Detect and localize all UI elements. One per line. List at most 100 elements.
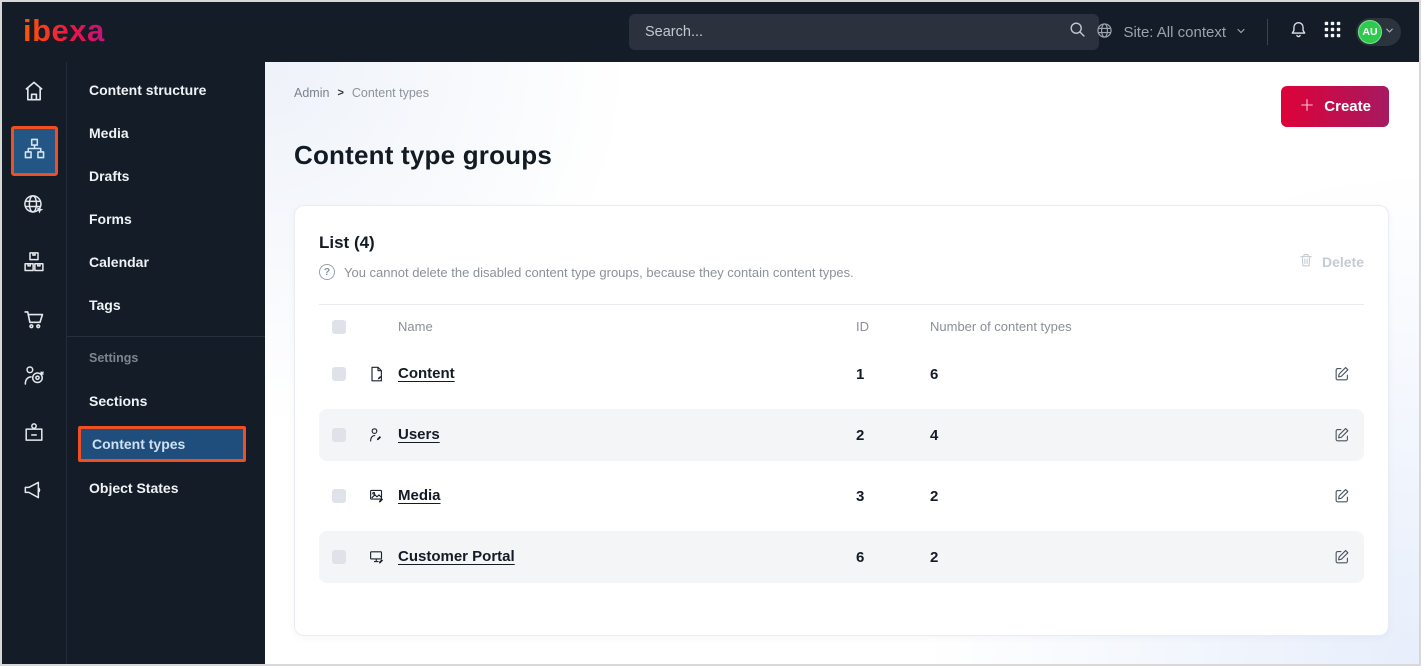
table-header: Name ID Number of content types — [319, 304, 1364, 348]
column-header-count: Number of content types — [930, 319, 1072, 334]
sidebar-item-media[interactable]: Media — [67, 111, 265, 154]
rail-item-site[interactable] — [2, 179, 66, 236]
sidebar-item-forms[interactable]: Forms — [67, 197, 265, 240]
group-id: 1 — [856, 365, 865, 383]
main-content: Admin > Content types Create Content typ… — [265, 62, 1419, 664]
trash-icon — [1298, 252, 1314, 272]
boxes-icon — [21, 249, 47, 280]
group-id: 2 — [856, 426, 865, 444]
list-title: List (4) — [319, 233, 375, 252]
group-link[interactable]: Customer Portal — [398, 548, 515, 565]
grid-icon — [1323, 20, 1342, 44]
megaphone-icon — [21, 477, 47, 508]
content-type-groups-table: Name ID Number of content types Content — [319, 304, 1364, 583]
table-row-media: Media 3 2 — [319, 470, 1364, 522]
chevron-down-icon — [1235, 24, 1247, 41]
sidebar-item-calendar[interactable]: Calendar — [67, 240, 265, 283]
rail-item-campaigns[interactable] — [2, 464, 66, 521]
sidebar-item-content-types[interactable]: Content types — [78, 426, 246, 462]
sidebar-divider — [67, 336, 265, 337]
rail-item-dashboard[interactable] — [2, 65, 66, 122]
page-title: Content type groups — [294, 140, 553, 170]
search-input[interactable] — [645, 24, 1068, 40]
globe-pointer-icon — [21, 192, 47, 223]
avatar: AU — [1358, 20, 1382, 44]
group-link[interactable]: Users — [398, 426, 440, 443]
sidebar-item-content-structure[interactable]: Content structure — [67, 68, 265, 111]
delete-button[interactable]: Delete — [1298, 252, 1364, 272]
content-type-groups-card: List (4) ? You cannot delete the disable… — [294, 205, 1389, 636]
breadcrumb-admin[interactable]: Admin — [294, 86, 329, 100]
create-button-label: Create — [1324, 98, 1371, 115]
table-row-customer-portal: Customer Portal 6 2 — [319, 531, 1364, 583]
sidebar: Content structure Media Drafts Forms Cal… — [66, 62, 265, 664]
table-row-content: Content 1 6 — [319, 348, 1364, 400]
group-id: 6 — [856, 548, 865, 566]
rail-item-admin[interactable] — [2, 407, 66, 464]
global-search[interactable] — [629, 14, 1099, 50]
user-icon — [368, 426, 398, 444]
group-link[interactable]: Media — [398, 487, 441, 504]
help-icon: ? — [319, 264, 335, 280]
app-window: ibexa Site: All context — [0, 0, 1421, 666]
column-header-id: ID — [856, 319, 869, 334]
top-bar: ibexa Site: All context — [2, 2, 1419, 62]
row-checkbox[interactable] — [332, 489, 346, 503]
group-count: 2 — [930, 487, 939, 505]
icon-rail — [2, 62, 66, 664]
column-header-name: Name — [398, 319, 433, 334]
home-icon — [21, 78, 47, 109]
globe-icon — [1095, 21, 1114, 44]
plus-icon — [1299, 97, 1315, 117]
apps-menu-button[interactable] — [1323, 20, 1342, 44]
card-header-left: List (4) ? You cannot delete the disable… — [319, 230, 854, 280]
table-row-users: Users 2 4 — [319, 409, 1364, 461]
site-context-label: Site: All context — [1123, 23, 1226, 41]
notifications-button[interactable] — [1288, 19, 1309, 45]
group-count: 2 — [930, 548, 939, 566]
group-count: 4 — [930, 426, 939, 444]
breadcrumb: Admin > Content types — [294, 86, 429, 100]
bell-icon — [1288, 19, 1309, 45]
sidebar-section-label: Settings — [89, 351, 139, 365]
delete-button-label: Delete — [1321, 254, 1364, 270]
user-menu[interactable]: AU — [1356, 18, 1401, 46]
breadcrumb-separator: > — [337, 87, 344, 99]
rail-item-content-structure[interactable] — [2, 122, 66, 179]
topbar-controls: Site: All context AU — [1095, 2, 1401, 62]
row-checkbox[interactable] — [332, 428, 346, 442]
select-all-checkbox[interactable] — [332, 319, 346, 334]
search-icon — [1068, 20, 1087, 44]
rail-item-products[interactable] — [2, 236, 66, 293]
group-link[interactable]: Content — [398, 365, 455, 382]
rail-item-personalization[interactable] — [2, 350, 66, 407]
help-text: You cannot delete the disabled content t… — [344, 264, 854, 280]
sitemap-icon — [22, 136, 47, 166]
site-context-dropdown[interactable]: Site: All context — [1095, 21, 1247, 44]
badge-icon — [21, 420, 47, 451]
edit-button[interactable] — [1333, 548, 1351, 566]
cart-icon — [21, 306, 47, 337]
monitor-icon — [368, 548, 398, 566]
topbar-divider — [1267, 19, 1268, 45]
edit-button[interactable] — [1333, 487, 1351, 505]
file-icon — [368, 365, 398, 383]
ibexa-logo: ibexa — [23, 13, 105, 48]
image-icon — [368, 487, 398, 505]
sidebar-item-tags[interactable]: Tags — [67, 283, 265, 326]
edit-button[interactable] — [1333, 365, 1351, 383]
sidebar-item-sections[interactable]: Sections — [67, 379, 265, 422]
create-button[interactable]: Create — [1281, 86, 1389, 127]
row-checkbox[interactable] — [332, 367, 346, 381]
person-target-icon — [21, 363, 47, 394]
group-id: 3 — [856, 487, 865, 505]
sidebar-item-drafts[interactable]: Drafts — [67, 154, 265, 197]
chevron-down-icon — [1384, 23, 1395, 41]
group-count: 6 — [930, 365, 939, 383]
breadcrumb-content-types: Content types — [351, 86, 430, 100]
sidebar-item-object-states[interactable]: Object States — [67, 466, 265, 509]
rail-item-commerce[interactable] — [2, 293, 66, 350]
edit-button[interactable] — [1333, 426, 1351, 444]
content-structure-highlight — [10, 125, 58, 176]
row-checkbox[interactable] — [332, 550, 346, 564]
